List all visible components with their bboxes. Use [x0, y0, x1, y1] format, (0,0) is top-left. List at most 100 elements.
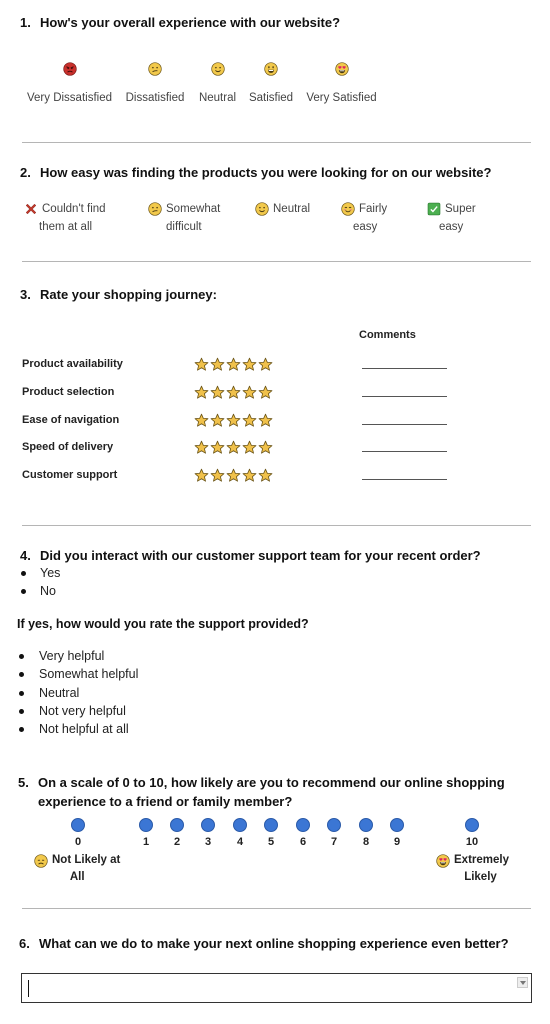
nps-option-8[interactable]: 8 [356, 818, 376, 848]
star-icon[interactable] [194, 440, 209, 455]
option-neutral[interactable]: Neutral [18, 684, 138, 702]
text-cursor [28, 980, 29, 997]
star-icon[interactable] [226, 440, 241, 455]
star-icon[interactable] [242, 385, 257, 400]
feedback-input[interactable] [30, 978, 510, 998]
radio-button[interactable] [465, 818, 479, 832]
section-divider [22, 261, 531, 262]
nps-value-label: 10 [465, 836, 479, 848]
star-icon[interactable] [258, 413, 273, 428]
radio-button[interactable] [359, 818, 373, 832]
nps-option-4[interactable]: 4 [230, 818, 250, 848]
comment-blank[interactable] [362, 396, 447, 397]
question-2-title: 2. How easy was finding the products you … [20, 165, 492, 180]
heart-eyes-face-icon [436, 854, 450, 868]
comment-blank[interactable] [362, 368, 447, 369]
radio-button[interactable] [233, 818, 247, 832]
star-icon[interactable] [210, 413, 225, 428]
nps-option-9[interactable]: 9 [387, 818, 407, 848]
nps-option-1[interactable]: 1 [136, 818, 156, 848]
star-rating [194, 357, 273, 372]
nps-value-label: 2 [173, 836, 181, 848]
comment-blank[interactable] [362, 451, 447, 452]
slight-smile-face-icon [255, 202, 269, 216]
nps-option-6[interactable]: 6 [293, 818, 313, 848]
rating-row: Speed of delivery [22, 438, 452, 458]
nps-value-label: 0 [74, 836, 82, 848]
cross-mark-icon [24, 202, 38, 216]
star-icon[interactable] [210, 385, 225, 400]
star-icon[interactable] [226, 357, 241, 372]
star-icon[interactable] [194, 413, 209, 428]
star-rating [194, 413, 273, 428]
star-icon[interactable] [226, 468, 241, 483]
rating-aspect-label: Customer support [22, 469, 118, 481]
bullet-icon [19, 690, 24, 696]
question-6-title: 6. What can we do to make your next onlin… [19, 936, 509, 951]
star-icon[interactable] [242, 440, 257, 455]
nps-option-10[interactable]: 10 [462, 818, 482, 848]
support-rating-options: Very helpful Somewhat helpful Neutral No… [18, 647, 138, 738]
nps-option-2[interactable]: 2 [167, 818, 187, 848]
q1-option-very-dissatisfied[interactable]: Very Dissatisfied [26, 62, 113, 106]
radio-button[interactable] [170, 818, 184, 832]
star-icon[interactable] [258, 385, 273, 400]
star-icon[interactable] [210, 357, 225, 372]
star-icon[interactable] [242, 413, 257, 428]
nps-option-5[interactable]: 5 [261, 818, 281, 848]
star-icon[interactable] [258, 440, 273, 455]
radio-button[interactable] [327, 818, 341, 832]
q1-option-dissatisfied[interactable]: Dissatisfied [124, 62, 186, 106]
star-icon[interactable] [258, 468, 273, 483]
confused-face-icon [148, 62, 162, 76]
radio-button[interactable] [264, 818, 278, 832]
radio-button[interactable] [296, 818, 310, 832]
nps-value-label: 4 [236, 836, 244, 848]
q2-option-neutral[interactable]: Neutral [255, 200, 310, 218]
star-icon[interactable] [258, 357, 273, 372]
star-rating [194, 440, 273, 455]
question-5-title: 5. On a scale of 0 to 10, how likely are … [18, 775, 505, 809]
star-icon[interactable] [194, 385, 209, 400]
comment-blank[interactable] [362, 424, 447, 425]
star-icon[interactable] [226, 385, 241, 400]
nps-option-0[interactable]: 0 [68, 818, 88, 848]
star-icon[interactable] [194, 357, 209, 372]
radio-button[interactable] [71, 818, 85, 832]
grinning-face-icon [264, 62, 278, 76]
q2-option-somewhat-difficult[interactable]: Somewhat difficult [148, 200, 220, 236]
question-4-title: 4. Did you interact with our customer sup… [20, 548, 481, 563]
q2-option-super-easy[interactable]: Super easy [427, 200, 476, 236]
star-icon[interactable] [226, 413, 241, 428]
option-not-helpful-at-all[interactable]: Not helpful at all [18, 720, 138, 738]
option-not-very-helpful[interactable]: Not very helpful [18, 702, 138, 720]
radio-button[interactable] [390, 818, 404, 832]
support-interaction-options: Yes No [20, 564, 60, 601]
star-icon[interactable] [194, 468, 209, 483]
q1-option-neutral[interactable]: Neutral [196, 62, 239, 106]
rating-aspect-label: Product availability [22, 358, 123, 370]
q1-option-satisfied[interactable]: Satisfied [247, 62, 295, 106]
radio-button[interactable] [201, 818, 215, 832]
q1-option-very-satisfied[interactable]: Very Satisfied [305, 62, 378, 106]
rating-row: Ease of navigation [22, 411, 452, 431]
nps-value-label: 9 [393, 836, 401, 848]
star-icon[interactable] [242, 468, 257, 483]
option-very-helpful[interactable]: Very helpful [18, 647, 138, 665]
rating-row: Customer support [22, 466, 452, 486]
option-yes[interactable]: Yes [20, 564, 60, 582]
comment-blank[interactable] [362, 479, 447, 480]
radio-button[interactable] [139, 818, 153, 832]
star-icon[interactable] [210, 468, 225, 483]
star-icon[interactable] [242, 357, 257, 372]
dropdown-arrow-icon[interactable] [517, 977, 528, 988]
q2-option-fairly-easy[interactable]: Fairly easy [341, 200, 387, 236]
confused-face-icon [148, 202, 162, 216]
option-somewhat-helpful[interactable]: Somewhat helpful [18, 665, 138, 683]
nps-option-7[interactable]: 7 [324, 818, 344, 848]
star-icon[interactable] [210, 440, 225, 455]
option-no[interactable]: No [20, 582, 60, 600]
nps-option-3[interactable]: 3 [198, 818, 218, 848]
q2-option-couldnt-find[interactable]: Couldn't find them at all [24, 200, 106, 236]
nps-value-label: 3 [204, 836, 212, 848]
